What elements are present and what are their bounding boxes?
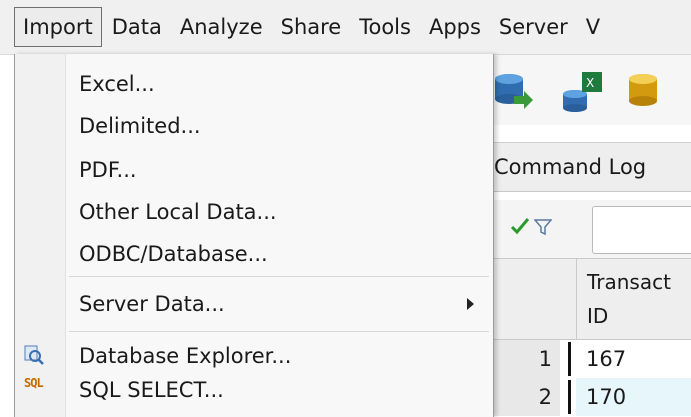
cell-transaction-id[interactable]: 170: [576, 378, 691, 416]
menu-share[interactable]: Share: [273, 8, 350, 46]
column-header-transaction-id[interactable]: Transact ID: [576, 259, 691, 339]
menu-item-excel[interactable]: Excel...: [79, 64, 155, 104]
import-menu-dropdown: Excel... Delimited... PDF... Other Local…: [14, 54, 494, 417]
menu-item-delimited[interactable]: Delimited...: [79, 106, 201, 146]
menu-item-server-data[interactable]: Server Data...: [79, 284, 225, 324]
menu-separator: [69, 331, 489, 332]
filter-bar: [480, 200, 691, 258]
menu-analyze[interactable]: Analyze: [172, 8, 271, 46]
column-header-line-2: ID: [587, 304, 609, 328]
submenu-arrow-icon: [467, 298, 474, 310]
menu-separator: [69, 276, 489, 277]
cell-transaction-id[interactable]: 167: [576, 340, 691, 378]
filter-search-input[interactable]: [592, 206, 691, 254]
menu-bar: Import Data Analyze Share Tools Apps Ser…: [0, 0, 691, 55]
row-separator: [568, 342, 571, 376]
sql-icon: SQL: [24, 376, 44, 390]
menu-view[interactable]: V: [578, 8, 608, 46]
menu-item-other-local-data[interactable]: Other Local Data...: [79, 192, 277, 232]
table-row[interactable]: 1 167: [480, 340, 691, 378]
menu-apps[interactable]: Apps: [421, 8, 489, 46]
database-import-icon[interactable]: [492, 70, 536, 114]
menu-item-odbc-database[interactable]: ODBC/Database...: [79, 234, 268, 274]
row-separator: [568, 380, 571, 414]
menu-item-pdf[interactable]: PDF...: [79, 150, 137, 190]
table-row[interactable]: 2 170: [480, 378, 691, 416]
menu-data[interactable]: Data: [104, 8, 170, 46]
menu-server[interactable]: Server: [491, 8, 576, 46]
menu-tools[interactable]: Tools: [351, 8, 419, 46]
svg-text:X: X: [586, 76, 594, 90]
funnel-icon[interactable]: [534, 218, 552, 236]
menu-item-sql-select[interactable]: SQL SELECT...: [79, 370, 224, 410]
menu-import[interactable]: Import: [14, 7, 102, 47]
grid-header: Transact ID: [480, 258, 691, 340]
column-header-line-1: Transact: [587, 270, 671, 294]
database-explorer-icon: [24, 345, 44, 365]
excel-database-icon[interactable]: X: [560, 70, 604, 114]
yellow-database-icon[interactable]: [626, 70, 670, 114]
check-filter-icon[interactable]: [510, 216, 530, 236]
tab-command-log[interactable]: Command Log: [480, 142, 691, 192]
tab-command-log-label: Command Log: [494, 155, 647, 179]
